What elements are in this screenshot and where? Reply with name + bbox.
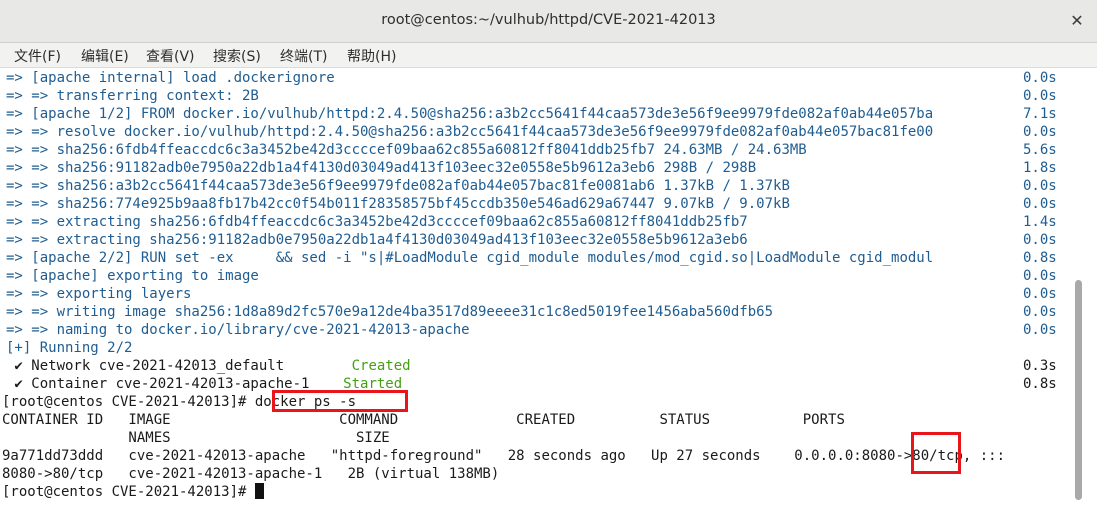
text-cursor (254, 483, 264, 499)
container-started-badge: Started (343, 376, 403, 392)
menu-view[interactable]: 查看(V) (146, 46, 195, 66)
build-step-time: 5.6s (1023, 142, 1057, 158)
table-row-continued: 8080->80/tcp cve-2021-42013-apache-1 2B … (2, 466, 500, 482)
typed-command: docker ps -s (254, 394, 357, 410)
build-step: => => extracting sha256:6fdb4ffeaccdc6c3… (6, 214, 748, 230)
build-step-time: 0.0s (1023, 124, 1057, 140)
build-step: => => sha256:774e925b9aa8fb17b42cc0f54b0… (6, 196, 790, 212)
build-step-time: 1.8s (1023, 160, 1057, 176)
build-step: => => sha256:a3b2cc5641f44caa573de3e56f9… (6, 178, 790, 194)
build-step-time: 0.0s (1023, 70, 1057, 86)
network-status-line: ✔ Network cve-2021-42013_default Created (6, 357, 1068, 375)
build-step-time: 0.0s (1023, 232, 1057, 248)
build-step-time: 0.0s (1023, 304, 1057, 320)
build-step-time: 0.0s (1023, 88, 1057, 104)
network-label: ✔ Network cve-2021-42013_default (6, 358, 285, 374)
shell-prompt: [root@centos CVE-2021-42013]# (2, 484, 255, 500)
build-step: => [apache] exporting to image (6, 268, 259, 284)
shell-prompt: [root@centos CVE-2021-42013]# (2, 394, 255, 410)
menu-bar: 文件(F) 编辑(E) 查看(V) 搜索(S) 终端(T) 帮助(H) (0, 43, 1097, 68)
table-header-names: NAMES SIZE (2, 430, 390, 446)
build-step: => => writing image sha256:1d8a89d2fc570… (6, 304, 774, 320)
build-step: => => exporting layers (6, 286, 192, 302)
build-step: => => transferring context: 2B (6, 88, 259, 104)
terminal-output[interactable]: => [apache internal] load .dockerignore … (0, 68, 1069, 510)
build-step: => [apache 1/2] FROM docker.io/vulhub/ht… (6, 106, 934, 122)
network-time: 0.3s (1023, 358, 1057, 374)
container-label: ✔ Container cve-2021-42013-apache-1 (6, 376, 310, 392)
build-step: => => extracting sha256:91182adb0e7950a2… (6, 232, 748, 248)
build-step: => => sha256:6fdb4ffeaccdc6c3a3452be42d3… (6, 142, 807, 158)
menu-file[interactable]: 文件(F) (14, 46, 61, 66)
build-step-time: 0.0s (1023, 268, 1057, 284)
window-title: root@centos:~/vulhub/httpd/CVE-2021-4201… (381, 12, 716, 28)
title-bar: root@centos:~/vulhub/httpd/CVE-2021-4201… (0, 0, 1097, 43)
build-step: => => resolve docker.io/vulhub/httpd:2.4… (6, 124, 934, 140)
build-step-time: 1.4s (1023, 214, 1057, 230)
build-step-time: 0.0s (1023, 322, 1057, 338)
build-step: => [apache 2/2] RUN set -ex && sed -i "s… (6, 250, 934, 266)
network-created-badge: Created (351, 358, 411, 374)
build-step: => => naming to docker.io/library/cve-20… (6, 322, 470, 338)
running-status: [+] Running 2/2 (6, 340, 133, 356)
build-step-time: 0.8s (1023, 250, 1057, 266)
container-time: 0.8s (1023, 376, 1057, 392)
table-row: 9a771dd73ddd cve-2021-42013-apache "http… (2, 448, 1006, 464)
build-step-time: 0.0s (1023, 178, 1057, 194)
build-step: => [apache internal] load .dockerignore (6, 70, 335, 86)
scrollbar-thumb[interactable] (1075, 280, 1082, 500)
menu-terminal[interactable]: 终端(T) (280, 46, 327, 66)
close-icon[interactable]: ✕ (1067, 11, 1087, 31)
build-step-time: 0.0s (1023, 286, 1057, 302)
build-step-time: 7.1s (1023, 106, 1057, 122)
scrollbar[interactable] (1069, 68, 1097, 510)
final-prompt-line[interactable]: [root@centos CVE-2021-42013]# (2, 483, 1064, 501)
table-header: CONTAINER ID IMAGE COMMAND CREATED STATU… (2, 412, 845, 428)
menu-help[interactable]: 帮助(H) (347, 46, 396, 66)
build-step-time: 0.0s (1023, 196, 1057, 212)
command-line: [root@centos CVE-2021-42013]# docker ps … (2, 393, 1064, 411)
container-status-line: ✔ Container cve-2021-42013-apache-1 Star… (6, 375, 1068, 393)
menu-edit[interactable]: 编辑(E) (81, 46, 129, 66)
menu-search[interactable]: 搜索(S) (213, 46, 261, 66)
build-step: => => sha256:91182adb0e7950a22db1a4f4130… (6, 160, 757, 176)
